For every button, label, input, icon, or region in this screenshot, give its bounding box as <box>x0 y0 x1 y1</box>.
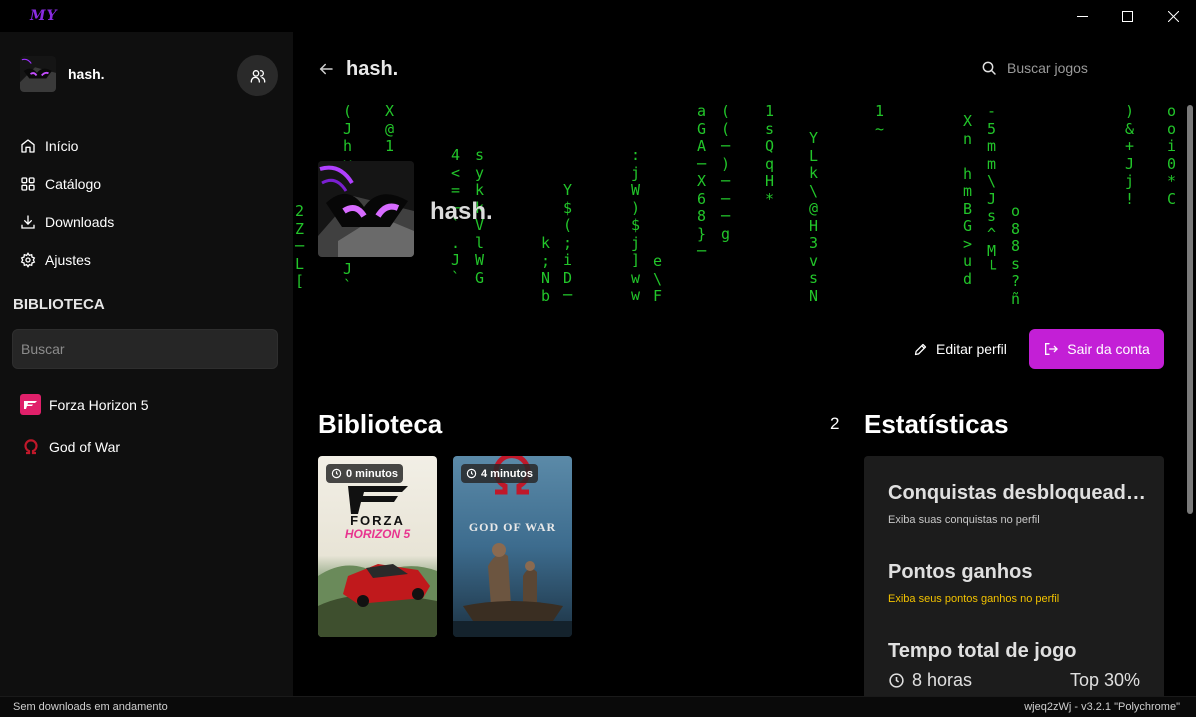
stats-panel: Conquistas desbloqueadas Exiba suas conq… <box>864 456 1164 696</box>
forza-cover <box>318 456 437 637</box>
title-bar: MY <box>0 0 1196 32</box>
matrix-column: 2 Z ─ L [ <box>295 202 305 290</box>
clock-icon <box>466 468 477 479</box>
sidebar-item-inicio[interactable]: Início <box>20 127 114 165</box>
sidebar-game-label: Forza Horizon 5 <box>49 396 149 413</box>
stat-playtime-rank: Top 30% <box>1069 670 1140 690</box>
gear-icon <box>20 252 36 268</box>
close-button[interactable] <box>1150 0 1196 32</box>
matrix-column: k ; N b <box>541 234 551 305</box>
forza-icon <box>20 394 41 415</box>
download-status: Sem downloads em andamento <box>13 701 168 713</box>
home-icon <box>21 139 35 153</box>
sidebar-item-label: Início <box>45 138 79 154</box>
logout-button[interactable]: Sair da conta <box>1029 329 1164 369</box>
sidebar-game-forza[interactable]: Forza Horizon 5 <box>20 394 149 415</box>
status-bar: Sem downloads em andamento wjeq2zWj - v3… <box>0 696 1196 717</box>
sidebar-profile[interactable]: hash. <box>20 56 105 92</box>
matrix-column: Y L k \ @ H 3 v s N <box>809 129 819 305</box>
god-of-war-icon <box>20 436 41 457</box>
matrix-column: Y $ ( ; i D ─ <box>563 181 573 304</box>
logout-icon <box>1045 343 1059 355</box>
matrix-column: 1 ~ <box>875 105 885 138</box>
maximize-button[interactable] <box>1104 0 1150 32</box>
matrix-column: o o i 0 * C <box>1167 105 1177 208</box>
clock-icon <box>889 673 904 688</box>
logout-label: Sair da conta <box>1067 341 1150 357</box>
stat-playtime-title: Tempo total de jogo <box>888 640 1077 662</box>
sidebar-nav: Início Catálogo Downloads Ajustes <box>20 127 114 279</box>
sidebar-item-label: Catálogo <box>45 176 102 192</box>
playtime-badge: 4 minutos <box>461 464 538 483</box>
game-card-forza[interactable]: FORZA HORIZON 5 0 minutos <box>318 456 437 637</box>
matrix-column: X n h m B G > u d <box>963 112 973 288</box>
playtime-badge: 0 minutos <box>326 464 403 483</box>
main-scrollbar[interactable] <box>1187 105 1193 514</box>
playtime-text: 0 minutos <box>346 467 398 480</box>
close-icon <box>1167 10 1179 22</box>
matrix-column: a G A ─ X 6 8 } ─ <box>697 105 707 260</box>
minimize-button[interactable] <box>1059 0 1105 32</box>
stats-title: Estatísticas <box>864 409 1009 439</box>
sidebar-game-label: God of War <box>49 438 121 455</box>
edit-profile-label: Editar perfil <box>936 341 1007 357</box>
library-title: Biblioteca <box>318 409 443 439</box>
library-heading: BIBLIOTECA <box>13 296 105 313</box>
search-icon <box>982 61 996 75</box>
game-search[interactable] <box>981 60 1117 76</box>
sidebar-profile-name: hash. <box>68 66 105 82</box>
app-window: MY hash. Início Catálogo Downloads Ajust… <box>0 0 1196 717</box>
library-search-input[interactable] <box>12 329 278 369</box>
users-icon <box>250 69 265 83</box>
sidebar-item-label: Ajustes <box>45 252 91 268</box>
matrix-column: 1 s Q q H * <box>765 105 775 208</box>
edit-profile-button[interactable]: Editar perfil <box>913 339 1007 359</box>
profile-avatar[interactable] <box>318 161 414 257</box>
stat-playtime-value: 8 horas <box>912 670 973 690</box>
back-arrow-icon[interactable] <box>317 60 335 78</box>
app-logo: MY <box>30 8 58 24</box>
profile-banner: 2 Z ─ L [ ( J h v < - \ . J ` X @ 1 ! 4 … <box>293 105 1184 317</box>
sidebar: hash. Início Catálogo Downloads Ajustes <box>0 32 293 696</box>
download-icon <box>21 215 35 229</box>
game-card-god-of-war[interactable]: GOD OF WAR 4 minutos <box>453 456 572 637</box>
profile-name: hash. <box>430 198 493 225</box>
matrix-column: ( ( ─ ) ─ ─ ─ g <box>721 105 731 243</box>
matrix-column: ) & + J j ! <box>1125 105 1135 208</box>
version-info: wjeq2zWj - v3.2.1 "Polychrome" <box>1024 701 1180 713</box>
friends-button[interactable] <box>237 55 278 96</box>
library-count: 2 <box>830 414 840 433</box>
game-search-input[interactable] <box>1007 60 1117 76</box>
sidebar-game-god-of-war[interactable]: God of War <box>20 436 120 457</box>
stat-achievements-title: Conquistas desbloqueadas <box>888 482 1148 504</box>
god-of-war-logo-text: GOD OF WAR <box>468 520 557 534</box>
stat-achievements-subtitle: Exiba suas conquistas no perfil <box>888 514 1040 526</box>
main-content: hash. 2 Z ─ L [ ( J h v < - \ . J ` X @ … <box>293 32 1196 696</box>
pencil-icon <box>914 343 927 355</box>
matrix-column: : j W ) $ j ] w w <box>631 146 641 304</box>
stat-points-subtitle: Exiba seus pontos ganhos no perfil <box>888 593 1060 605</box>
matrix-column: e \ F <box>653 252 663 305</box>
grid-icon <box>21 177 35 191</box>
matrix-rain-background: 2 Z ─ L [ ( J h v < - \ . J ` X @ 1 ! 4 … <box>293 105 1184 317</box>
forza-logo-subtext: HORIZON 5 <box>344 527 411 541</box>
page-title: hash. <box>346 58 399 80</box>
stat-points-title: Pontos ganhos <box>888 561 1033 583</box>
minimize-icon <box>1076 15 1088 17</box>
matrix-column: - 5 m m \ J s ^ M └ <box>987 105 997 278</box>
avatar <box>20 56 56 92</box>
sidebar-item-downloads[interactable]: Downloads <box>20 203 114 241</box>
forza-logo-text: FORZA <box>350 513 405 528</box>
clock-icon <box>331 468 342 479</box>
playtime-text: 4 minutos <box>481 467 533 480</box>
sidebar-item-catalogo[interactable]: Catálogo <box>20 165 114 203</box>
matrix-column: o 8 8 s ? ñ <box>1011 202 1021 308</box>
sidebar-item-label: Downloads <box>45 214 115 230</box>
sidebar-item-ajustes[interactable]: Ajustes <box>20 241 114 279</box>
god-of-war-cover <box>453 456 572 637</box>
maximize-icon <box>1121 10 1133 22</box>
stat-playtime-row: 8 horas Top 30% <box>888 670 1140 691</box>
